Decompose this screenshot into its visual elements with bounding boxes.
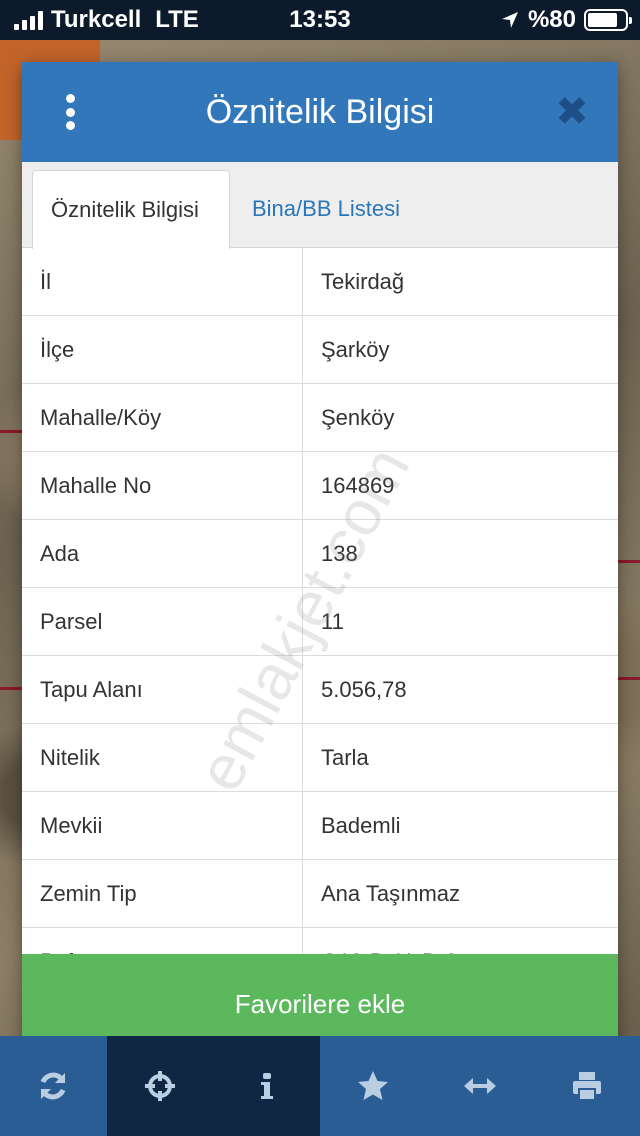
print-icon <box>572 1072 601 1101</box>
locate-button[interactable] <box>106 1036 214 1136</box>
row-key: Parsel <box>22 588 303 655</box>
row-key: Tapu Alanı <box>22 656 303 723</box>
battery-percent: %80 <box>527 6 576 33</box>
close-button[interactable]: ✖ <box>552 92 592 132</box>
dot-icon <box>65 94 75 103</box>
table-row: Mevkii Bademli <box>22 792 618 860</box>
dot-icon <box>65 107 75 117</box>
table-row: Ada 138 <box>22 520 618 588</box>
close-icon: ✖ <box>555 90 589 134</box>
table-row: Mahalle No 164869 <box>22 452 618 520</box>
info-button[interactable] <box>213 1036 321 1136</box>
table-row: Parsel 11 <box>22 588 618 656</box>
row-key: Mahalle/Köy <box>22 384 303 451</box>
table-row: Paftа G18-B-11-D-3 <box>22 928 618 954</box>
carrier-name: Turkcell <box>51 6 142 33</box>
row-key: İl <box>22 248 303 315</box>
refresh-button[interactable] <box>0 1036 107 1136</box>
attribute-info-modal: Öznitelik Bilgisi ✖ Öznitelik Bilgisi Bi… <box>22 62 618 1054</box>
location-arrow-icon <box>501 12 518 28</box>
print-button[interactable] <box>533 1036 640 1136</box>
table-row: Tapu Alanı 5.056,78 <box>22 656 618 724</box>
table-row: Nitelik Tarla <box>22 724 618 792</box>
refresh-icon <box>41 1072 66 1100</box>
status-bar: Turkcell LTE 13:53 %80 <box>0 0 640 40</box>
row-value: Bademli <box>321 812 401 838</box>
bottom-toolbar <box>0 1036 640 1136</box>
info-icon <box>260 1073 273 1099</box>
row-key: Ada <box>22 520 303 587</box>
dot-icon <box>65 121 75 130</box>
row-value: G18-B-11-D-3 <box>303 928 618 955</box>
more-options-button[interactable] <box>52 94 88 130</box>
row-key: Mevkii <box>22 792 303 859</box>
row-value: 5.056,78 <box>321 676 407 702</box>
row-key: Zemin Tip <box>22 860 303 927</box>
row-value: Şenköy <box>321 404 395 430</box>
crosshair-icon <box>145 1071 175 1101</box>
row-value: Tekirdağ <box>321 268 405 294</box>
row-value: 138 <box>321 540 358 566</box>
row-value: 164869 <box>321 472 395 498</box>
row-key: İlçe <box>22 316 303 383</box>
row-key: Mahalle No <box>22 452 303 519</box>
measure-button[interactable] <box>427 1036 534 1136</box>
attribute-table[interactable]: İl Tekirdağ İlçe Şarköy Mahalle/Köy Şenk… <box>22 248 618 954</box>
battery-icon <box>584 9 632 31</box>
arrows-horizontal-icon <box>464 1078 497 1094</box>
tab-attribute-info[interactable]: Öznitelik Bilgisi <box>32 170 230 249</box>
row-value: 11 <box>321 608 344 634</box>
row-value: Ana Taşınmaz <box>321 880 461 906</box>
tab-building-list[interactable]: Bina/BB Listesi <box>234 170 418 248</box>
table-row: Zemin Tip Ana Taşınmaz <box>22 860 618 928</box>
table-row: Mahalle/Köy Şenköy <box>22 384 618 452</box>
table-row: İlçe Şarköy <box>22 316 618 384</box>
modal-title: Öznitelik Bilgisi <box>205 92 435 131</box>
row-key: Nitelik <box>22 724 303 791</box>
network-type: LTE <box>155 6 199 33</box>
table-row: İl Tekirdağ <box>22 248 618 316</box>
signal-strength-icon <box>14 10 43 30</box>
row-key: Paftа <box>22 928 303 954</box>
modal-header: Öznitelik Bilgisi ✖ <box>22 62 618 162</box>
row-value: Şarköy <box>321 336 390 362</box>
star-icon <box>358 1071 389 1100</box>
favorites-button[interactable] <box>320 1036 427 1136</box>
tab-bar: Öznitelik Bilgisi Bina/BB Listesi <box>22 162 618 249</box>
row-value: Tarla <box>321 744 369 770</box>
